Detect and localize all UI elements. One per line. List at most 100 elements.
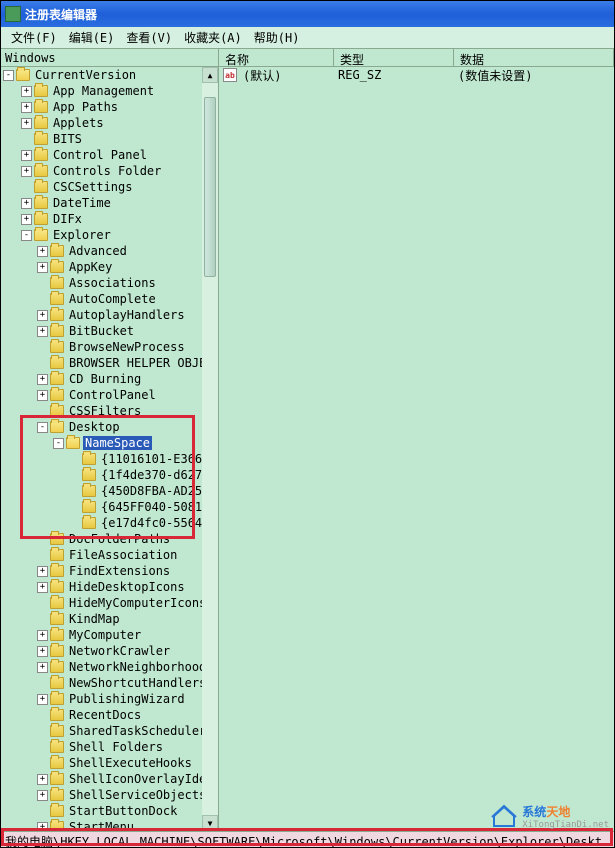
tree-label[interactable]: App Paths — [51, 100, 120, 114]
tree-label[interactable]: {450D8FBA-AD25- — [99, 484, 211, 498]
tree-item[interactable]: +Controls Folder — [1, 163, 218, 179]
tree-item[interactable]: BITS — [1, 131, 218, 147]
tree-label[interactable]: NetworkNeighborhood — [67, 660, 208, 674]
menu-help[interactable]: 帮助(H) — [248, 27, 306, 48]
menu-view[interactable]: 查看(V) — [120, 27, 178, 48]
tree-root-label[interactable]: CurrentVersion — [33, 68, 138, 82]
tree-label[interactable]: DateTime — [51, 196, 113, 210]
tree-item[interactable]: +StartMenu — [1, 819, 218, 831]
tree-label[interactable]: FileAssociation — [67, 548, 179, 562]
expander-icon[interactable]: - — [53, 438, 64, 449]
expander-icon[interactable]: + — [37, 374, 48, 385]
expander-icon[interactable]: + — [21, 118, 32, 129]
scroll-thumb[interactable] — [204, 97, 216, 277]
tree-item[interactable]: + ShellServiceObjects — [1, 787, 218, 803]
expander-icon[interactable]: + — [37, 246, 48, 257]
tree-item[interactable]: -Explorer — [1, 227, 218, 243]
tree-label[interactable]: Advanced — [67, 244, 129, 258]
tree-item[interactable]: - Desktop — [1, 419, 218, 435]
expander-icon[interactable]: + — [37, 390, 48, 401]
tree-label[interactable]: Desktop — [67, 420, 122, 434]
tree-item[interactable]: BROWSER HELPER OBJECTS — [1, 355, 218, 371]
expander-icon[interactable]: + — [21, 86, 32, 97]
tree-item[interactable]: + NetworkCrawler — [1, 643, 218, 659]
tree-label[interactable]: Associations — [67, 276, 158, 290]
tree-item[interactable]: DocFolderPaths — [1, 531, 218, 547]
tree[interactable]: -CurrentVersion+App Management+App Paths… — [1, 67, 218, 831]
expander-icon[interactable]: + — [37, 822, 48, 832]
tree-label[interactable]: CSSFilters — [67, 404, 143, 418]
tree-label[interactable]: StartButtonDock — [67, 804, 179, 818]
tree-item[interactable]: +BitBucket — [1, 323, 218, 339]
tree-item[interactable]: FileAssociation — [1, 547, 218, 563]
expander-icon[interactable]: + — [37, 326, 48, 337]
col-type[interactable]: 类型 — [334, 49, 454, 66]
scroll-up-button[interactable]: ▲ — [202, 67, 218, 83]
tree-item[interactable]: +App Paths — [1, 99, 218, 115]
tree-label[interactable]: FindExtensions — [67, 564, 172, 578]
expander-icon[interactable]: + — [37, 630, 48, 641]
tree-item[interactable]: CSCSettings — [1, 179, 218, 195]
list-row[interactable]: ab(默认)REG_SZ(数值未设置) — [219, 67, 614, 83]
tree-label[interactable]: ShellIconOverlayIdenti — [67, 772, 218, 786]
tree-item[interactable]: +AutoplayHandlers — [1, 307, 218, 323]
expander-icon[interactable]: + — [37, 582, 48, 593]
tree-label[interactable]: AutoComplete — [67, 292, 158, 306]
tree-label[interactable]: CD Burning — [67, 372, 143, 386]
tree-label[interactable]: DIFx — [51, 212, 84, 226]
expander-icon[interactable]: + — [37, 646, 48, 657]
tree-label[interactable]: {1f4de370-d627- — [99, 468, 211, 482]
tree-label[interactable]: AppKey — [67, 260, 114, 274]
tree-item[interactable]: +ShellIconOverlayIdenti — [1, 771, 218, 787]
tree-item[interactable]: + MyComputer — [1, 627, 218, 643]
tree-item[interactable]: +DateTime — [1, 195, 218, 211]
tree-item[interactable]: {450D8FBA-AD25- — [1, 483, 218, 499]
tree-item[interactable]: Shell Folders — [1, 739, 218, 755]
expander-icon[interactable]: + — [37, 790, 48, 801]
tree-item[interactable]: + NetworkNeighborhood — [1, 659, 218, 675]
list-body[interactable]: ab(默认)REG_SZ(数值未设置) — [219, 67, 614, 83]
tree-item[interactable]: StartButtonDock — [1, 803, 218, 819]
tree-label[interactable]: PublishingWizard — [67, 692, 187, 706]
tree-item[interactable]: +ControlPanel — [1, 387, 218, 403]
menu-edit[interactable]: 编辑(E) — [63, 27, 121, 48]
tree-label[interactable]: ShellExecuteHooks — [67, 756, 194, 770]
tree-label[interactable]: BROWSER HELPER OBJECTS — [67, 356, 218, 370]
col-name[interactable]: 名称 — [219, 49, 334, 66]
tree-item[interactable]: {1f4de370-d627- — [1, 467, 218, 483]
tree-label[interactable]: RecentDocs — [67, 708, 143, 722]
tree-label[interactable]: AutoplayHandlers — [67, 308, 187, 322]
tree-label[interactable]: NetworkCrawler — [67, 644, 172, 658]
tree-label[interactable]: {11016101-E366- — [99, 452, 211, 466]
tree-item[interactable]: ShellExecuteHooks — [1, 755, 218, 771]
tree-item[interactable]: +PublishingWizard — [1, 691, 218, 707]
tree-item[interactable]: CSSFilters — [1, 403, 218, 419]
tree-item[interactable]: + AppKey — [1, 259, 218, 275]
tree-label[interactable]: Applets — [51, 116, 106, 130]
expander-icon[interactable]: - — [21, 230, 32, 241]
expander-icon[interactable]: - — [3, 70, 14, 81]
tree-item[interactable]: {e17d4fc0-5564- — [1, 515, 218, 531]
expander-icon[interactable]: + — [37, 262, 48, 273]
tree-item[interactable]: + Control Panel — [1, 147, 218, 163]
tree-item[interactable]: -NameSpace — [1, 435, 218, 451]
tree-label[interactable]: ShellServiceObjects — [67, 788, 208, 802]
tree-label[interactable]: BITS — [51, 132, 84, 146]
tree-label[interactable]: KindMap — [67, 612, 122, 626]
tree-item[interactable]: HideMyComputerIcons — [1, 595, 218, 611]
tree-item[interactable]: +HideDesktopIcons — [1, 579, 218, 595]
expander-icon[interactable]: - — [37, 422, 48, 433]
expander-icon[interactable]: + — [37, 662, 48, 673]
tree-label[interactable]: HideMyComputerIcons — [67, 596, 208, 610]
tree-label[interactable]: CSCSettings — [51, 180, 134, 194]
tree-label[interactable]: Controls Folder — [51, 164, 163, 178]
menu-file[interactable]: 文件(F) — [5, 27, 63, 48]
tree-label[interactable]: Control Panel — [51, 148, 149, 162]
tree-item[interactable]: Associations — [1, 275, 218, 291]
expander-icon[interactable]: + — [21, 150, 32, 161]
expander-icon[interactable]: + — [21, 214, 32, 225]
tree-label[interactable]: NewShortcutHandlers — [67, 676, 208, 690]
tree-item[interactable]: AutoComplete — [1, 291, 218, 307]
tree-label[interactable]: DocFolderPaths — [67, 532, 172, 546]
tree-label[interactable]: MyComputer — [67, 628, 143, 642]
